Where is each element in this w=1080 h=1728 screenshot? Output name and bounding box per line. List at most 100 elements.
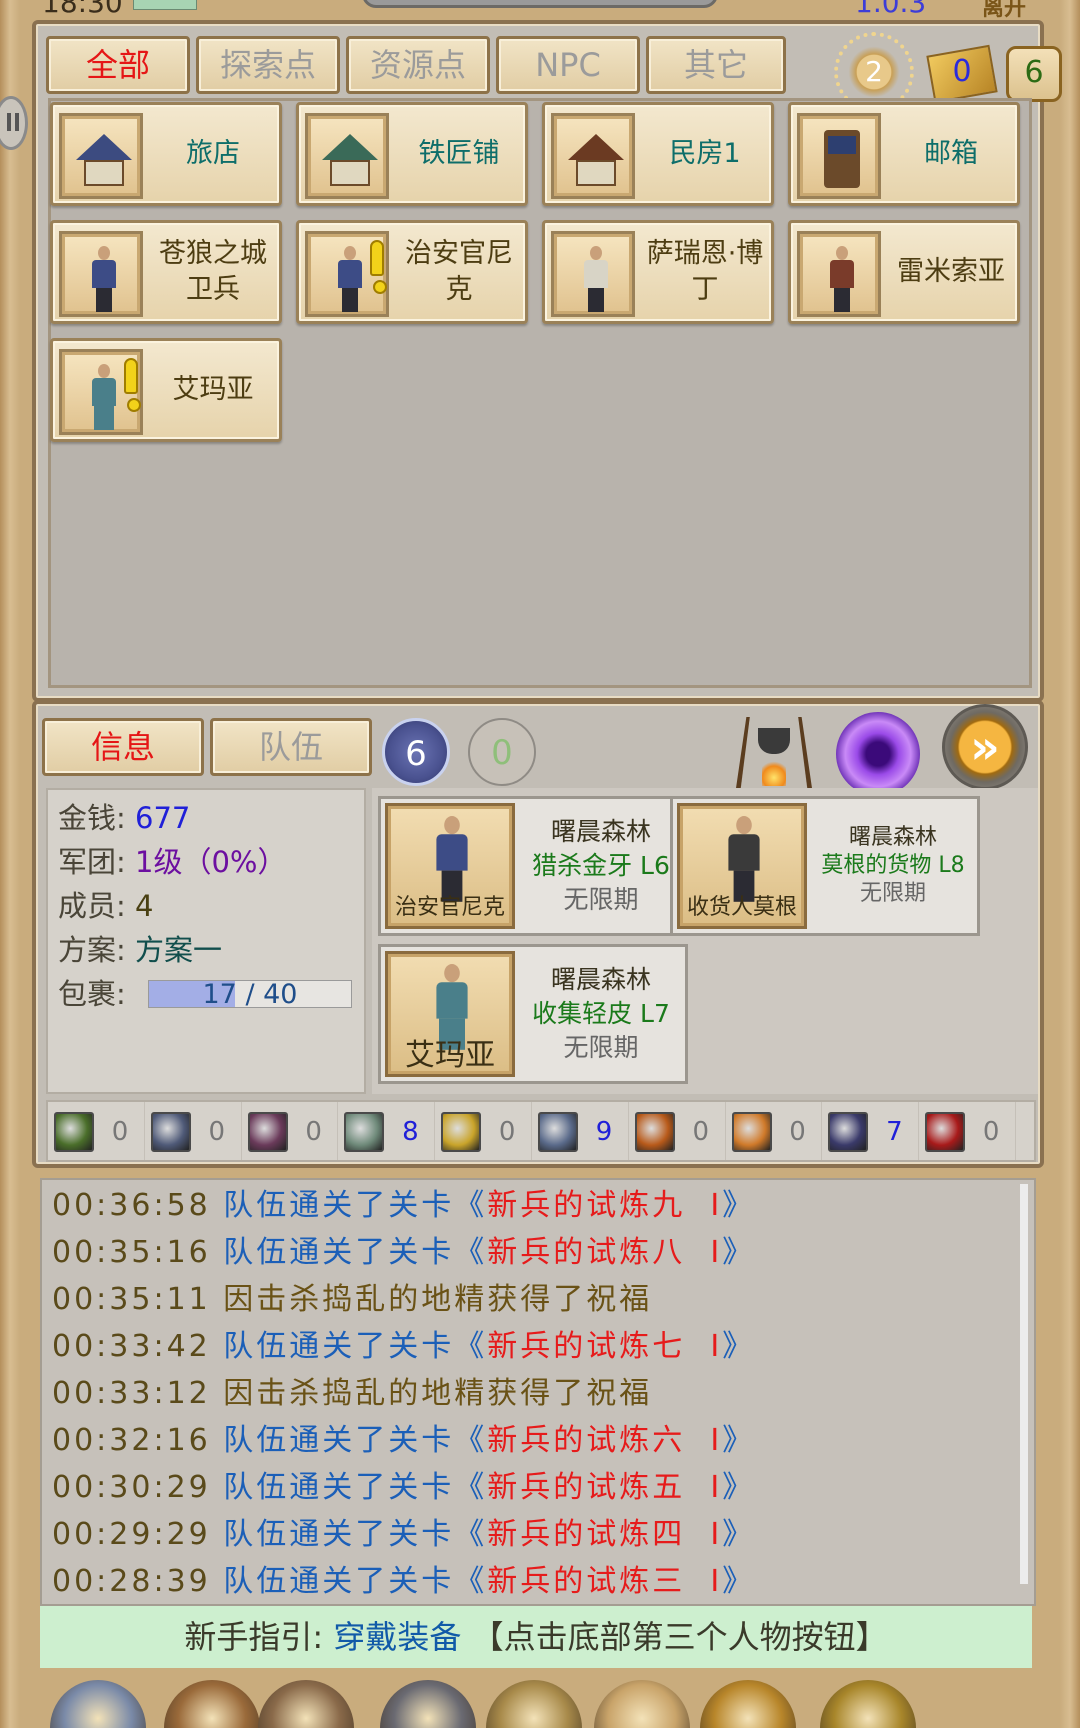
location-card[interactable]: 民房1 (542, 102, 774, 206)
quest-zone: 曙晨森林 (848, 825, 937, 850)
mail-counter[interactable]: 0 (926, 42, 998, 104)
plan-row[interactable]: 方案: 方案一 (58, 930, 222, 970)
material-slot[interactable]: 9 (532, 1102, 629, 1160)
log-stage-name: 新兵的试炼七 I (487, 1329, 723, 1364)
quest-info: 曙晨森林 猎杀金牙 L6 无限期 (517, 799, 685, 933)
quest-period: 无限期 (563, 885, 639, 914)
compass-icon[interactable] (486, 1680, 582, 1728)
material-slot[interactable]: 0 (145, 1102, 242, 1160)
quest-npc-name: 艾玛亚 (405, 1038, 495, 1073)
quest-scroll-icon[interactable] (594, 1680, 690, 1728)
map-tab[interactable]: NPC (496, 36, 640, 94)
guide-label: 新手指引: (184, 1618, 324, 1656)
clock-text: 18:30 (42, 0, 123, 19)
leave-button[interactable]: 离开 (982, 0, 1026, 22)
log-suffix: 》 (722, 1564, 756, 1599)
material-slot[interactable]: 0 (48, 1102, 145, 1160)
material-count: 7 (886, 1117, 903, 1147)
herb-icon (54, 1112, 94, 1152)
trophy-icon[interactable] (700, 1680, 796, 1728)
log-time: 00:29:29 (52, 1517, 211, 1552)
map-tab[interactable]: 探索点 (196, 36, 340, 94)
potion-icon (828, 1112, 869, 1152)
scroll-counter[interactable]: 6 (1004, 42, 1064, 102)
location-label: 邮箱 (924, 138, 978, 169)
log-time: 00:30:29 (52, 1470, 211, 1505)
settings-gear-icon[interactable] (820, 1680, 916, 1728)
log-scrollbar[interactable] (1020, 1184, 1028, 1584)
guide-link[interactable]: 穿戴装备 (333, 1618, 461, 1656)
log-message: 队伍通关了关卡《 (223, 1188, 488, 1223)
tab-info[interactable]: 信息 (42, 718, 204, 776)
portal-icon[interactable] (836, 712, 920, 796)
location-card[interactable]: 邮箱 (788, 102, 1020, 206)
material-slot[interactable]: 8 (338, 1102, 436, 1160)
quest-task: 猎杀金牙 L6 (532, 851, 670, 880)
quest-task: 收集轻皮 L7 (532, 999, 670, 1028)
quest-card[interactable]: 艾玛亚 曙晨森林 收集轻皮 L7 无限期 (378, 944, 688, 1084)
npc-portrait: 治安官尼克 (385, 803, 515, 929)
hero-icon[interactable] (50, 1680, 146, 1728)
location-card[interactable]: 旅店 (50, 102, 282, 206)
location-label: 雷米索亚 (897, 256, 1005, 287)
scroll-count: 6 (1024, 55, 1044, 90)
warrior-icon[interactable] (258, 1680, 354, 1728)
log-entry: 00:28:39 队伍通关了关卡《新兵的试炼三 I》 (52, 1560, 755, 1604)
material-slot[interactable]: 0 (726, 1102, 823, 1160)
quest-card[interactable]: 收货人莫根 曙晨森林 莫根的货物 L8 无限期 (670, 796, 980, 936)
quest-period: 无限期 (563, 1033, 639, 1062)
material-count: 8 (402, 1117, 419, 1147)
guard-icon (59, 231, 143, 317)
sun-counter[interactable]: 2 (834, 32, 914, 112)
fast-forward-button[interactable]: » (942, 704, 1028, 790)
quest-available-icon (370, 240, 387, 294)
location-card[interactable]: 苍狼之城 卫兵 (50, 220, 282, 324)
location-card[interactable]: 雷米索亚 (788, 220, 1020, 324)
material-slot[interactable]: 7 (822, 1102, 920, 1160)
secondary-count-badge[interactable]: 0 (468, 718, 536, 786)
members-row: 成员: 4 (58, 886, 153, 926)
newbie-guide-bar[interactable]: 新手指引: 穿戴装备 【点击底部第三个人物按钮】 (40, 1606, 1032, 1668)
log-time: 00:35:16 (52, 1235, 211, 1270)
mail-count: 0 (952, 54, 972, 89)
material-slot[interactable]: 0 (435, 1102, 532, 1160)
material-count: 0 (692, 1117, 710, 1147)
map-tab[interactable]: 资源点 (346, 36, 490, 94)
material-slot[interactable]: 0 (629, 1102, 726, 1160)
material-slot[interactable]: 0 (242, 1102, 339, 1160)
log-entry: 00:33:42 队伍通关了关卡《新兵的试炼七 I》 (52, 1325, 755, 1369)
helmet-icon[interactable] (380, 1680, 476, 1728)
location-card[interactable]: 铁匠铺 (296, 102, 528, 206)
log-stage-name: 新兵的试炼六 I (487, 1423, 723, 1458)
chest-icon[interactable] (164, 1680, 260, 1728)
bag-row[interactable]: 包裹: 17 / 40 (58, 974, 358, 1014)
blood-icon (925, 1112, 966, 1152)
log-time: 00:35:11 (52, 1282, 211, 1317)
bag-progress-bar: 17 / 40 (148, 980, 352, 1009)
log-suffix: 》 (722, 1329, 756, 1364)
map-tab[interactable]: 全部 (46, 36, 190, 94)
plan-value: 方案一 (135, 933, 223, 967)
log-message: 队伍通关了关卡《 (223, 1423, 488, 1458)
event-log[interactable]: 00:36:58 队伍通关了关卡《新兵的试炼九 I》 00:35:16 队伍通关了… (40, 1178, 1036, 1606)
quest-zone: 曙晨森林 (550, 965, 651, 994)
location-card[interactable]: 治安官尼 克 (296, 220, 528, 324)
location-card[interactable]: 萨瑞恩·博 丁 (542, 220, 774, 324)
sheriff-icon (305, 231, 389, 317)
pull-down-tab[interactable] (362, 0, 718, 8)
gear-ore-icon (441, 1112, 482, 1152)
location-card[interactable]: 艾玛亚 (50, 338, 282, 442)
tab-team[interactable]: 队伍 (210, 718, 372, 776)
campfire-icon[interactable] (732, 708, 816, 792)
quest-card[interactable]: 治安官尼克 曙晨森林 猎杀金牙 L6 无限期 (378, 796, 688, 936)
map-tab[interactable]: 其它 (646, 36, 786, 94)
villager-icon (797, 231, 881, 317)
log-stage-name: 新兵的试炼三 I (487, 1564, 723, 1599)
quest-area: 治安官尼克 曙晨森林 猎杀金牙 L6 无限期 收货人莫根 曙晨森林 莫根的货物 … (372, 788, 1038, 1094)
map-panel: 全部 探索点 资源点 NPC 其它 2 0 6 旅店 铁匠铺 民房1 邮箱苍狼之城 卫兵 治安官… (32, 20, 1062, 702)
stats-box: 金钱: 677 军团: 1级（0%） 成员: 4 方案: 方案一 包裹: 17 … (46, 788, 366, 1094)
team-count-badge[interactable]: 6 (382, 718, 450, 786)
material-slot[interactable]: 0 (919, 1102, 1016, 1160)
quest-zone: 曙晨森林 (550, 817, 651, 846)
gold-value: 677 (135, 801, 191, 835)
